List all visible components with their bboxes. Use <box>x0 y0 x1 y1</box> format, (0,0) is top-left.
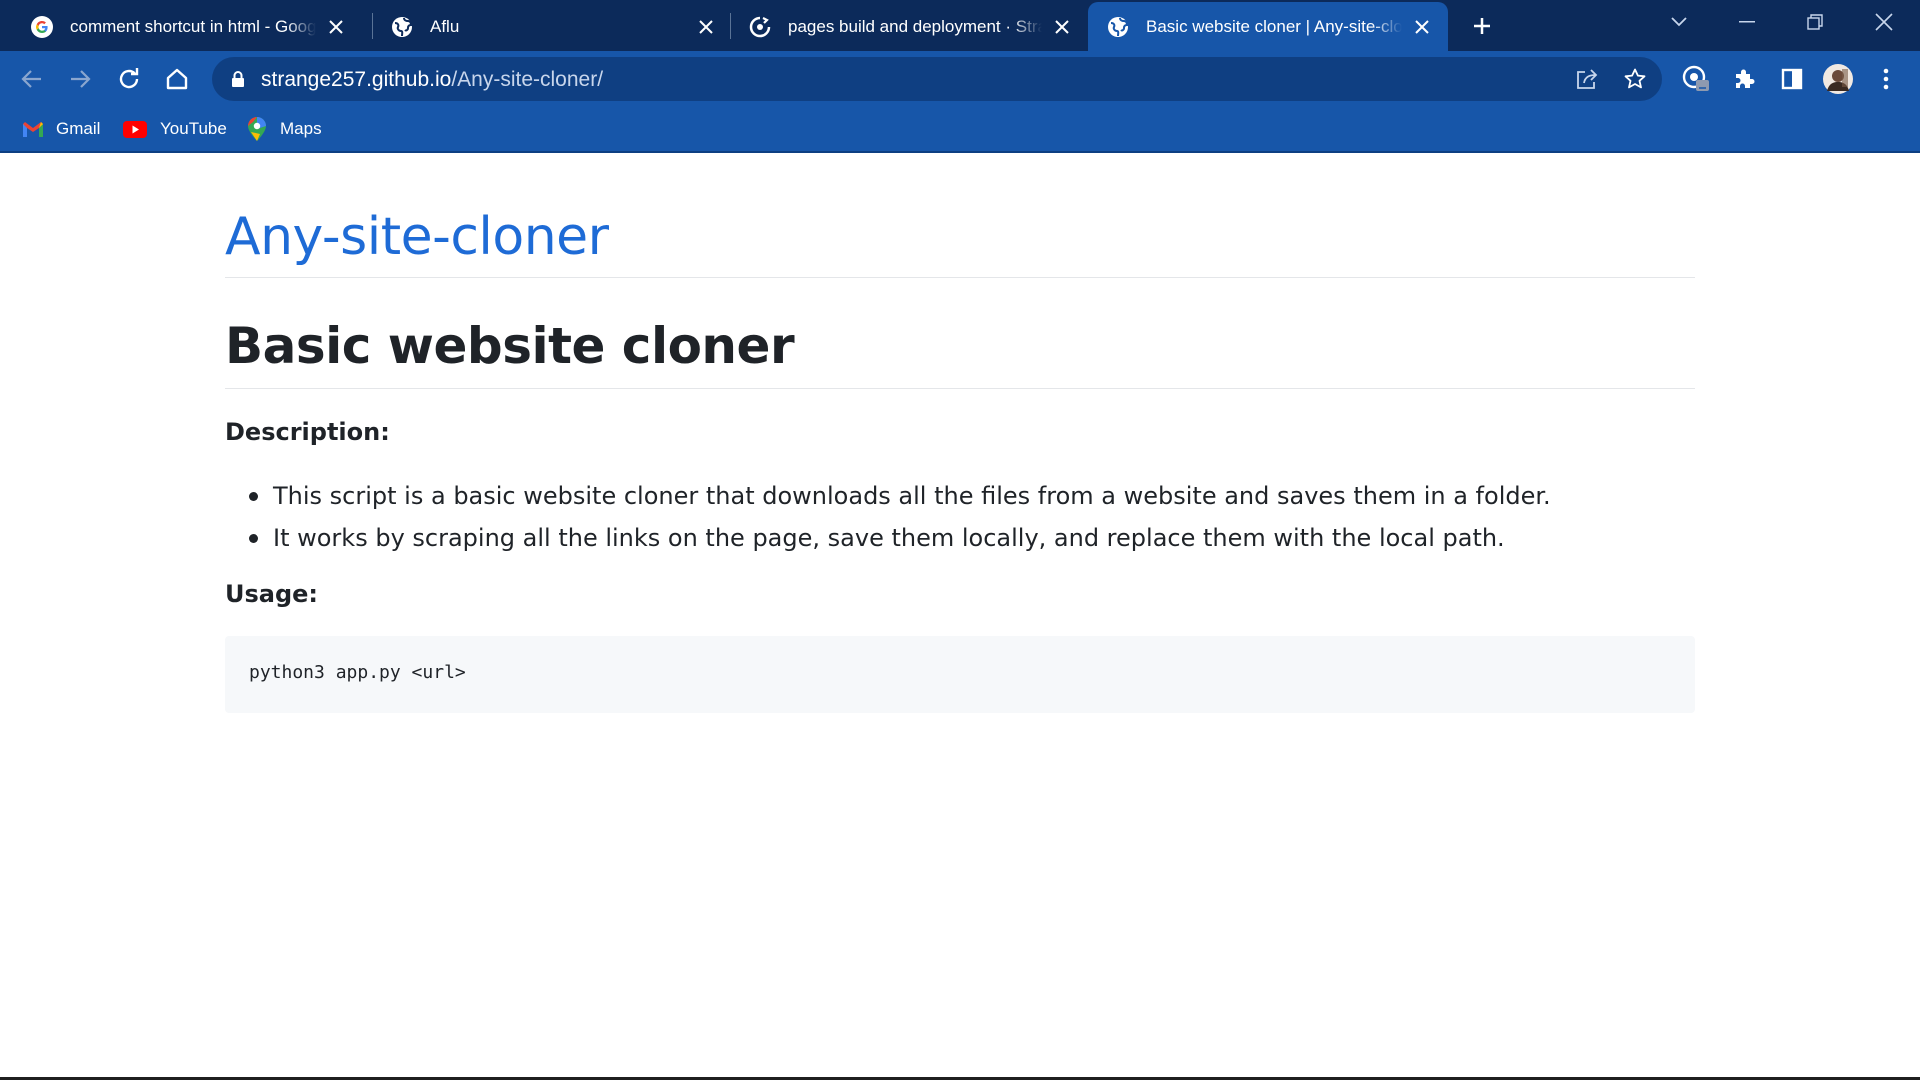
chevron-down-icon <box>1671 17 1687 27</box>
bookmark-maps[interactable]: Maps <box>246 116 322 142</box>
close-icon <box>1875 13 1893 31</box>
back-button[interactable] <box>16 63 48 95</box>
menu-button[interactable] <box>1870 63 1902 95</box>
close-icon[interactable] <box>694 15 718 39</box>
google-g-icon <box>30 15 54 39</box>
tab-comment-shortcut[interactable]: comment shortcut in html - Google <box>0 2 362 51</box>
extension-button[interactable] <box>1680 63 1712 95</box>
lock-icon[interactable] <box>228 69 248 89</box>
minimize-button[interactable] <box>1713 0 1781 44</box>
globe-icon <box>1106 15 1130 39</box>
share-icon[interactable] <box>1575 67 1599 91</box>
url-text[interactable]: strange257.github.io/Any-site-cloner/ <box>261 68 603 92</box>
arrow-right-icon <box>71 70 91 88</box>
reload-button[interactable] <box>113 63 145 95</box>
description-heading: Description: <box>225 418 390 446</box>
bookmark-gmail[interactable]: Gmail <box>22 116 100 142</box>
github-actions-icon <box>748 15 772 39</box>
close-icon[interactable] <box>324 15 348 39</box>
plus-icon <box>1474 18 1490 34</box>
bookmark-youtube[interactable]: YouTube <box>122 116 227 142</box>
side-panel-button[interactable] <box>1776 63 1808 95</box>
usage-code: python3 app.py <url> <box>249 662 466 683</box>
restore-icon <box>1807 14 1823 30</box>
tab-title: Aflu <box>430 16 460 36</box>
home-icon <box>166 68 188 90</box>
globe-icon <box>390 15 414 39</box>
divider <box>225 277 1695 278</box>
page-title: Basic website cloner <box>225 317 795 375</box>
youtube-icon <box>122 118 148 140</box>
tab-basic-website-cloner[interactable]: Basic website cloner | Any-site-cloner <box>1088 2 1448 51</box>
puzzle-icon <box>1736 69 1755 88</box>
description-list: This script is a basic website cloner th… <box>249 475 1551 559</box>
arrow-left-icon <box>21 70 41 88</box>
tab-title: pages build and deployment · Strange <box>788 16 1042 36</box>
reload-icon <box>119 68 139 89</box>
close-window-button[interactable] <box>1850 0 1918 44</box>
list-item: This script is a basic website cloner th… <box>249 475 1551 517</box>
tab-strip: comment shortcut in html - Google Aflu p… <box>0 0 1920 51</box>
tab-aflu[interactable]: Aflu <box>360 2 732 51</box>
usage-heading: Usage: <box>225 580 319 608</box>
maps-icon <box>246 117 268 141</box>
tab-search-button[interactable] <box>1645 0 1713 44</box>
bookmark-label: YouTube <box>160 119 227 138</box>
extension-chrome-icon <box>1682 65 1709 91</box>
close-icon[interactable] <box>1050 15 1074 39</box>
kebab-menu-icon <box>1883 68 1889 90</box>
tab-title: comment shortcut in html - Google <box>70 16 316 36</box>
profile-avatar[interactable] <box>1822 63 1854 95</box>
tab-title: Basic website cloner | Any-site-cloner <box>1146 16 1402 36</box>
code-block: python3 app.py <url> <box>225 636 1695 713</box>
browser-toolbar: strange257.github.io/Any-site-cloner/ <box>0 51 1920 106</box>
forward-button[interactable] <box>64 63 96 95</box>
extensions-button[interactable] <box>1728 63 1760 95</box>
restore-button[interactable] <box>1781 0 1849 44</box>
avatar-icon <box>1823 64 1853 94</box>
bookmark-label: Gmail <box>56 119 101 138</box>
list-item: It works by scraping all the links on th… <box>249 517 1551 559</box>
url-host: strange257.github.io <box>261 68 452 91</box>
side-panel-icon <box>1781 68 1803 90</box>
new-tab-button[interactable] <box>1468 12 1496 40</box>
star-icon[interactable] <box>1623 67 1647 91</box>
bookmarks-bar: Gmail YouTube Maps <box>0 106 1920 153</box>
minimize-icon <box>1739 21 1755 23</box>
close-icon[interactable] <box>1410 15 1434 39</box>
home-button[interactable] <box>161 63 193 95</box>
tab-pages-build[interactable]: pages build and deployment · Strange <box>718 2 1088 51</box>
url-path: /Any-site-cloner/ <box>451 68 604 91</box>
address-bar[interactable]: strange257.github.io/Any-site-cloner/ <box>212 57 1662 101</box>
site-title-link[interactable]: Any-site-cloner <box>225 207 609 267</box>
bookmark-label: Maps <box>280 119 322 138</box>
gmail-icon <box>22 118 44 140</box>
divider <box>225 388 1695 389</box>
